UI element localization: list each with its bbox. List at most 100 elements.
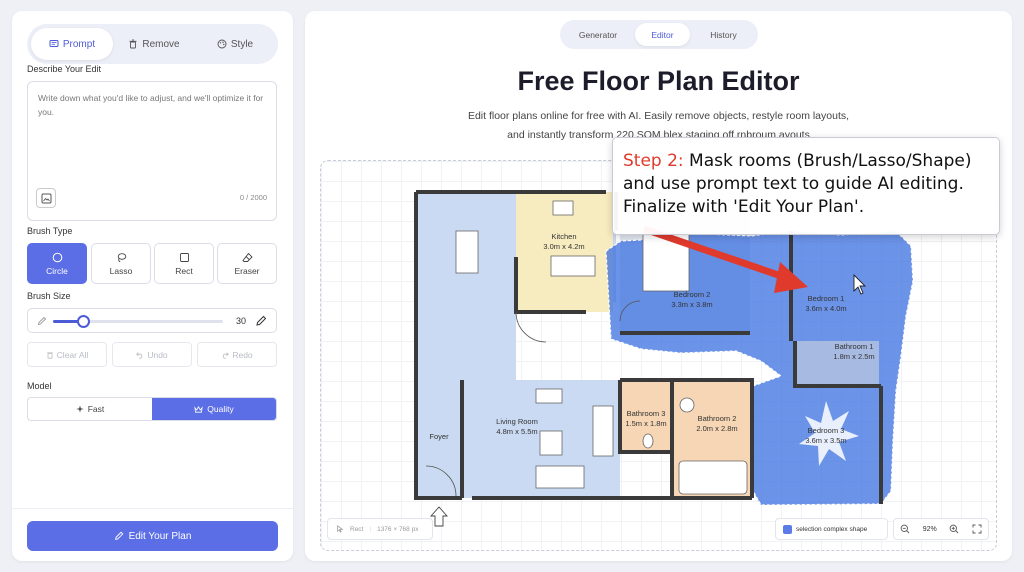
coffee-table xyxy=(539,430,563,456)
trash-icon xyxy=(129,39,137,49)
sink-bath2 xyxy=(679,397,695,413)
edit-your-plan-label: Edit Your Plan xyxy=(128,530,192,542)
tab-prompt[interactable]: Prompt xyxy=(31,28,113,60)
model-toggle: Fast Quality xyxy=(27,397,277,421)
bathtub xyxy=(678,460,748,495)
room-label-bathroom2: Bathroom 2 xyxy=(698,414,737,423)
editor-area: Generator Editor History Free Floor Plan… xyxy=(305,11,1012,561)
room-label-foyer: Foyer xyxy=(429,432,449,441)
sofa xyxy=(592,405,614,457)
describe-label: Describe Your Edit xyxy=(27,64,102,74)
tab-editor[interactable]: Editor xyxy=(635,23,690,46)
room-label-bedroom1: Bedroom 1 xyxy=(808,294,845,303)
brush-circle-label: Circle xyxy=(46,265,68,276)
armchair xyxy=(535,388,563,404)
selection-swatch xyxy=(783,524,792,534)
tab-remove[interactable]: Remove xyxy=(113,28,195,60)
image-upload-button[interactable] xyxy=(36,188,56,208)
brush-lasso-label: Lasso xyxy=(109,265,133,276)
mode-tabs: Prompt Remove Style xyxy=(27,24,278,64)
canvas-tool: Rect xyxy=(350,525,364,533)
callout-text1: Mask rooms (Brush/Lasso/Shape) xyxy=(683,151,972,171)
room-label-kitchen: Kitchen xyxy=(551,232,576,241)
image-icon xyxy=(41,193,51,203)
pointer-icon xyxy=(337,525,344,533)
undo-label: Undo xyxy=(147,349,168,360)
room-label-bathroom3: Bathroom 3 xyxy=(627,409,666,418)
callout-text2: and use prompt text to guide AI editing. xyxy=(623,174,964,194)
room-size-bedroom1: 3.6m x 4.0m xyxy=(805,304,846,313)
room-label-living: Living Room xyxy=(496,417,538,426)
brush-size-control: 30 xyxy=(27,308,277,333)
main-tabs: Generator Editor History xyxy=(560,20,758,49)
describe-textarea[interactable]: Write down what you'd like to adjust, an… xyxy=(27,81,277,221)
tab-prompt-label: Prompt xyxy=(62,38,96,50)
room-label-bathroom1: Bathroom 1 xyxy=(835,342,874,351)
canvas-dims: 1376 × 768 px xyxy=(377,525,419,533)
room-label-bedroom2: Bedroom 2 xyxy=(674,290,711,299)
redo-button[interactable]: Redo xyxy=(197,342,277,367)
brush-rect-button[interactable]: Rect xyxy=(154,243,214,284)
clear-all-label: Clear All xyxy=(56,349,89,360)
canvas-info-separator: | xyxy=(369,525,372,533)
crown-icon xyxy=(194,405,203,413)
kitchen-sink xyxy=(552,200,574,216)
clear-all-button[interactable]: Clear All xyxy=(27,342,107,367)
textarea-placeholder: Write down what you'd like to adjust, an… xyxy=(38,93,264,117)
eraser-icon xyxy=(241,252,253,262)
model-fast-label: Fast xyxy=(87,404,105,414)
room-size-bedroom2: 3.3m x 3.8m xyxy=(671,300,712,309)
zoom-in-icon[interactable] xyxy=(949,524,959,534)
zoom-controls: 92% xyxy=(893,518,989,540)
square-icon xyxy=(179,252,189,262)
model-quality-option[interactable]: Quality xyxy=(152,398,276,420)
tab-style[interactable]: Style xyxy=(195,28,275,60)
tab-generator[interactable]: Generator xyxy=(563,23,633,46)
entry-arrow-icon xyxy=(429,506,449,527)
brush-size-value: 30 xyxy=(236,316,247,326)
zoom-level: 92% xyxy=(922,525,937,533)
page-title: Free Floor Plan Editor xyxy=(517,66,800,96)
edit-your-plan-button[interactable]: Edit Your Plan xyxy=(27,521,278,551)
char-count: 0 / 2000 xyxy=(239,193,267,202)
pencil-icon xyxy=(37,316,47,326)
room-size-bathroom1: 1.8m x 2.5m xyxy=(833,352,874,361)
room-size-bedroom3: 3.6m x 3.5m xyxy=(805,436,846,445)
undo-button[interactable]: Undo xyxy=(112,342,192,367)
brush-rect-label: Rect xyxy=(175,265,193,276)
room-size-bathroom2: 2.0m x 2.8m xyxy=(696,424,737,433)
bed-bedroom2 xyxy=(642,232,690,292)
room-size-kitchen: 3.0m x 4.2m xyxy=(543,242,584,251)
sparkle-icon xyxy=(76,405,84,413)
brush-lasso-button[interactable]: Lasso xyxy=(91,243,151,284)
tab-style-label: Style xyxy=(230,38,254,50)
tab-history[interactable]: History xyxy=(692,23,755,46)
model-label: Model xyxy=(27,381,52,391)
zoom-out-icon[interactable] xyxy=(900,524,910,534)
model-quality-label: Quality xyxy=(207,404,234,414)
step-callout: Step 2: Mask rooms (Brush/Lasso/Shape) a… xyxy=(612,137,1000,235)
brush-size-slider-handle[interactable] xyxy=(77,315,91,328)
brush-circle-button[interactable]: Circle xyxy=(27,243,87,284)
canvas-info: Rect | 1376 × 768 px xyxy=(327,518,433,540)
model-fast-option[interactable]: Fast xyxy=(28,398,152,420)
edit-panel: Prompt Remove Style Describe Your Edit W… xyxy=(12,11,293,561)
panel-divider xyxy=(12,508,293,509)
fullscreen-icon[interactable] xyxy=(972,524,982,534)
chat-icon xyxy=(49,40,59,47)
callout-text3: Finalize with 'Edit Your Plan'. xyxy=(623,197,865,217)
redo-icon xyxy=(223,351,230,359)
edit-pencil-icon[interactable] xyxy=(255,315,267,327)
selection-legend-label: selection complex shape xyxy=(796,525,868,533)
tab-remove-label: Remove xyxy=(142,38,180,50)
trash-icon xyxy=(46,351,53,359)
callout-step: Step 2: xyxy=(623,151,684,171)
brush-eraser-button[interactable]: Eraser xyxy=(217,243,277,284)
kitchen-island xyxy=(550,255,596,277)
toilet-bath3 xyxy=(642,433,654,449)
selection-legend: selection complex shape xyxy=(775,518,888,540)
circle-icon xyxy=(52,252,62,262)
callout-line1: Step 2: Mask rooms (Brush/Lasso/Shape) xyxy=(623,150,989,173)
room-size-bathroom3: 1.5m x 1.8m xyxy=(625,419,666,428)
sofa-bottom xyxy=(535,465,585,489)
